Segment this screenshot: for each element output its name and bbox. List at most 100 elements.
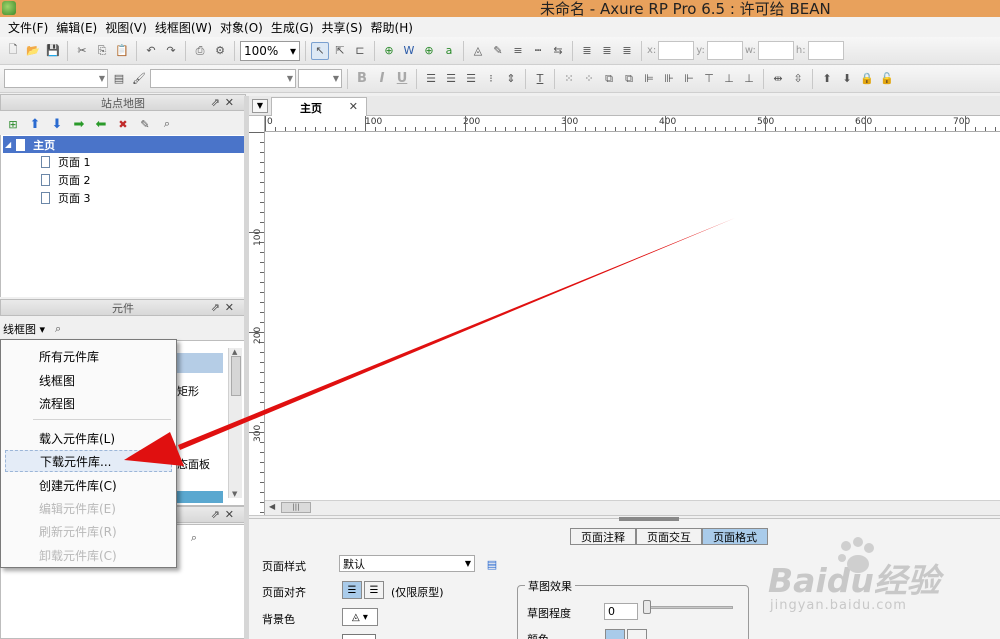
align-bottom-obj-icon[interactable]: ⊥ xyxy=(740,70,758,88)
align-middle-obj-icon[interactable]: ⊥ xyxy=(720,70,738,88)
scroll-up-icon[interactable]: ▲ xyxy=(232,348,237,356)
publish-csv-icon[interactable]: ⊕ xyxy=(420,42,438,60)
move-up-icon[interactable]: ⬆ xyxy=(26,115,44,133)
redo-icon[interactable]: ↷ xyxy=(162,42,180,60)
font-family-select[interactable]: ▼ xyxy=(150,69,296,88)
color-mode-button[interactable] xyxy=(605,629,625,639)
style-select[interactable]: ▼ xyxy=(4,69,108,88)
tree-item-page-2[interactable]: 页面 2 xyxy=(41,171,91,188)
menu-edit[interactable]: 编辑(E) xyxy=(52,19,101,36)
search-icon[interactable]: ⌕ xyxy=(158,115,176,133)
tab-page-interactions[interactable]: 页面交互 xyxy=(636,528,702,545)
scroll-thumb[interactable]: ||| xyxy=(281,502,311,513)
indent-icon[interactable]: ➡ xyxy=(70,115,88,133)
bold-button[interactable]: B xyxy=(353,70,371,88)
group-icon[interactable]: ⁙ xyxy=(560,70,578,88)
align-left-obj-icon[interactable]: ⊫ xyxy=(640,70,658,88)
background-color-picker[interactable]: ◬ ▾ xyxy=(342,608,378,626)
undo-icon[interactable]: ↶ xyxy=(142,42,160,60)
image-slot[interactable] xyxy=(342,634,376,639)
x-coordinate[interactable]: x: xyxy=(647,41,695,60)
menu-item-flowchart[interactable]: 流程图 xyxy=(5,392,172,414)
text-color-icon[interactable]: T xyxy=(531,70,549,88)
scroll-down-icon[interactable]: ▼ xyxy=(232,490,237,498)
design-canvas[interactable]: 0 100 200 300 400 500 600 700 100 200 30… xyxy=(249,116,1000,516)
add-page-icon[interactable]: ⊞ xyxy=(4,115,22,133)
format-painter-icon[interactable]: ⎙ xyxy=(191,42,209,60)
close-icon[interactable]: ✕ xyxy=(349,100,358,113)
page-properties-icon[interactable]: ✎ xyxy=(136,115,154,133)
align-center-icon[interactable]: ☰ xyxy=(442,70,460,88)
menu-generate[interactable]: 生成(G) xyxy=(267,19,318,36)
pane-grip[interactable] xyxy=(619,517,679,521)
width-field[interactable]: w: xyxy=(745,41,794,60)
grayscale-mode-button[interactable] xyxy=(627,629,647,639)
menu-item-create-library[interactable]: 创建元件库(C) xyxy=(5,474,172,496)
ungroup-icon[interactable]: ⁘ xyxy=(580,70,598,88)
align-left-button[interactable]: ☰ xyxy=(342,581,362,599)
menu-view[interactable]: 视图(V) xyxy=(101,19,151,36)
publish-share-icon[interactable]: a xyxy=(440,42,458,60)
menu-item-load-library[interactable]: 载入元件库(L) xyxy=(5,427,172,449)
menu-object[interactable]: 对象(O) xyxy=(216,19,267,36)
sketch-level-slider-track[interactable] xyxy=(647,606,733,609)
unlock-icon[interactable]: 🔓 xyxy=(878,70,896,88)
publish-word-icon[interactable]: W xyxy=(400,42,418,60)
select-pointer-icon[interactable]: ↖ xyxy=(311,41,329,60)
italic-button[interactable]: I xyxy=(373,70,391,88)
tab-page-format[interactable]: 页面格式 xyxy=(702,528,768,545)
menu-share[interactable]: 共享(S) xyxy=(318,19,367,36)
sketch-level-field[interactable]: 0 xyxy=(604,603,638,620)
distribute-v-icon[interactable]: ⇳ xyxy=(789,70,807,88)
flow-connector-icon[interactable]: ⊏ xyxy=(351,42,369,60)
panel-pin-close-icon[interactable]: ⇗✕ xyxy=(211,508,239,521)
y-coordinate[interactable]: y: xyxy=(696,41,743,60)
library-selector[interactable]: 线框图 ▾ xyxy=(3,321,45,337)
menu-item-wireframe[interactable]: 线框图 xyxy=(5,369,172,391)
font-size-select[interactable]: ▼ xyxy=(298,69,342,88)
line-width-icon[interactable]: ≡ xyxy=(509,42,527,60)
scroll-left-icon[interactable]: ◀ xyxy=(269,502,275,511)
menu-item-download-library[interactable]: 下载元件库... xyxy=(5,450,172,472)
preview-icon[interactable]: ⚙ xyxy=(211,42,229,60)
text-valign-icon[interactable]: ⇕ xyxy=(502,70,520,88)
menu-item-all-libraries[interactable]: 所有元件库 xyxy=(5,345,172,367)
distribute-h-icon[interactable]: ⇹ xyxy=(769,70,787,88)
send-forward-icon[interactable]: ⬆ xyxy=(818,70,836,88)
align-top-obj-icon[interactable]: ⊤ xyxy=(700,70,718,88)
tree-item-home[interactable]: ◢ 主页 xyxy=(3,136,244,153)
fill-color-icon[interactable]: ◬ xyxy=(469,42,487,60)
new-file-icon[interactable]: 🗋 xyxy=(4,42,22,60)
align-center-button[interactable]: ☰ xyxy=(364,581,384,599)
widget-thumbnail[interactable] xyxy=(177,353,223,373)
search-icon[interactable]: ⌕ xyxy=(185,529,203,547)
align-left-icon[interactable]: ☰ xyxy=(422,70,440,88)
line-style-icon[interactable]: ┅ xyxy=(529,42,547,60)
lock-icon[interactable]: 🔒 xyxy=(858,70,876,88)
bullet-list-icon[interactable]: ⁝ xyxy=(482,70,500,88)
send-backward-icon[interactable]: ⬇ xyxy=(838,70,856,88)
tab-home[interactable]: 主页 ✕ xyxy=(271,97,367,117)
canvas-horizontal-scrollbar[interactable]: ◀ ||| xyxy=(265,500,1000,515)
open-folder-icon[interactable]: 📂 xyxy=(24,42,42,60)
underline-button[interactable]: U xyxy=(393,70,411,88)
format-brush-icon[interactable]: 🖌 xyxy=(130,70,148,88)
line-color-icon[interactable]: ✎ xyxy=(489,42,507,60)
search-icon[interactable]: ⌕ xyxy=(49,320,67,338)
distribute-icon[interactable]: ≣ xyxy=(598,42,616,60)
save-icon[interactable]: 💾 xyxy=(44,42,62,60)
delete-page-icon[interactable]: ✖ xyxy=(114,115,132,133)
align-right-icon[interactable]: ☰ xyxy=(462,70,480,88)
scroll-thumb[interactable] xyxy=(231,356,241,396)
cut-icon[interactable]: ✂ xyxy=(73,42,91,60)
edit-style-icon[interactable]: ▤ xyxy=(483,555,501,573)
page-style-select[interactable]: 默认 ▼ xyxy=(339,555,475,572)
arrow-style-icon[interactable]: ⇆ xyxy=(549,42,567,60)
publish-html-icon[interactable]: ⊕ xyxy=(380,42,398,60)
connector-pointer-icon[interactable]: ⇱ xyxy=(331,42,349,60)
bring-front-icon[interactable]: ⧉ xyxy=(600,70,618,88)
tree-item-page-1[interactable]: 页面 1 xyxy=(41,153,91,170)
move-down-icon[interactable]: ⬇ xyxy=(48,115,66,133)
paste-icon[interactable]: 📋 xyxy=(113,42,131,60)
send-back-icon[interactable]: ⧉ xyxy=(620,70,638,88)
